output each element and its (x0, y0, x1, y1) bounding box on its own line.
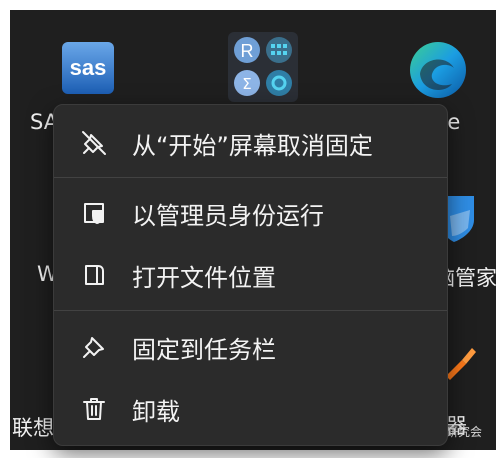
run-as-admin-menu-item[interactable]: 以管理员身份运行 (54, 185, 447, 241)
uninstall-label: 卸载 (132, 397, 180, 426)
svg-text:Σ: Σ (242, 75, 251, 93)
sas-logo-text: sas (70, 55, 107, 80)
lenovo-app-label: 联想 (12, 416, 54, 440)
menu-separator (54, 177, 447, 178)
edge-app-tile[interactable] (406, 38, 470, 102)
unpin-icon (80, 129, 108, 157)
r-logo-text: R (241, 41, 254, 61)
r-studio-app-tile[interactable]: R Σ (228, 32, 298, 102)
stats-suite-icon: R Σ (228, 32, 298, 102)
pin-to-taskbar-label: 固定到任务栏 (132, 335, 276, 364)
sas-app-tile[interactable]: sas (58, 38, 118, 98)
shield-icon (80, 199, 108, 227)
pin-to-taskbar-menu-item[interactable]: 固定到任务栏 (54, 319, 447, 375)
context-menu: 从“开始”屏幕取消固定 以管理员身份运行 打开文件位置 固定到任务栏 卸载 (53, 104, 448, 446)
menu-separator (54, 310, 447, 311)
run-as-admin-label: 以管理员身份运行 (132, 201, 324, 230)
open-file-location-menu-item[interactable]: 打开文件位置 (54, 247, 447, 303)
open-file-location-label: 打开文件位置 (132, 263, 276, 292)
sas-logo-icon: sas (62, 42, 114, 94)
trash-icon (80, 395, 108, 423)
pin-icon (80, 333, 108, 361)
edge-browser-icon (410, 42, 466, 98)
uninstall-menu-item[interactable]: 卸载 (54, 381, 447, 437)
folder-icon (80, 261, 108, 289)
unpin-from-start-label: 从“开始”屏幕取消固定 (132, 131, 373, 160)
unpin-from-start-menu-item[interactable]: 从“开始”屏幕取消固定 (54, 115, 447, 171)
